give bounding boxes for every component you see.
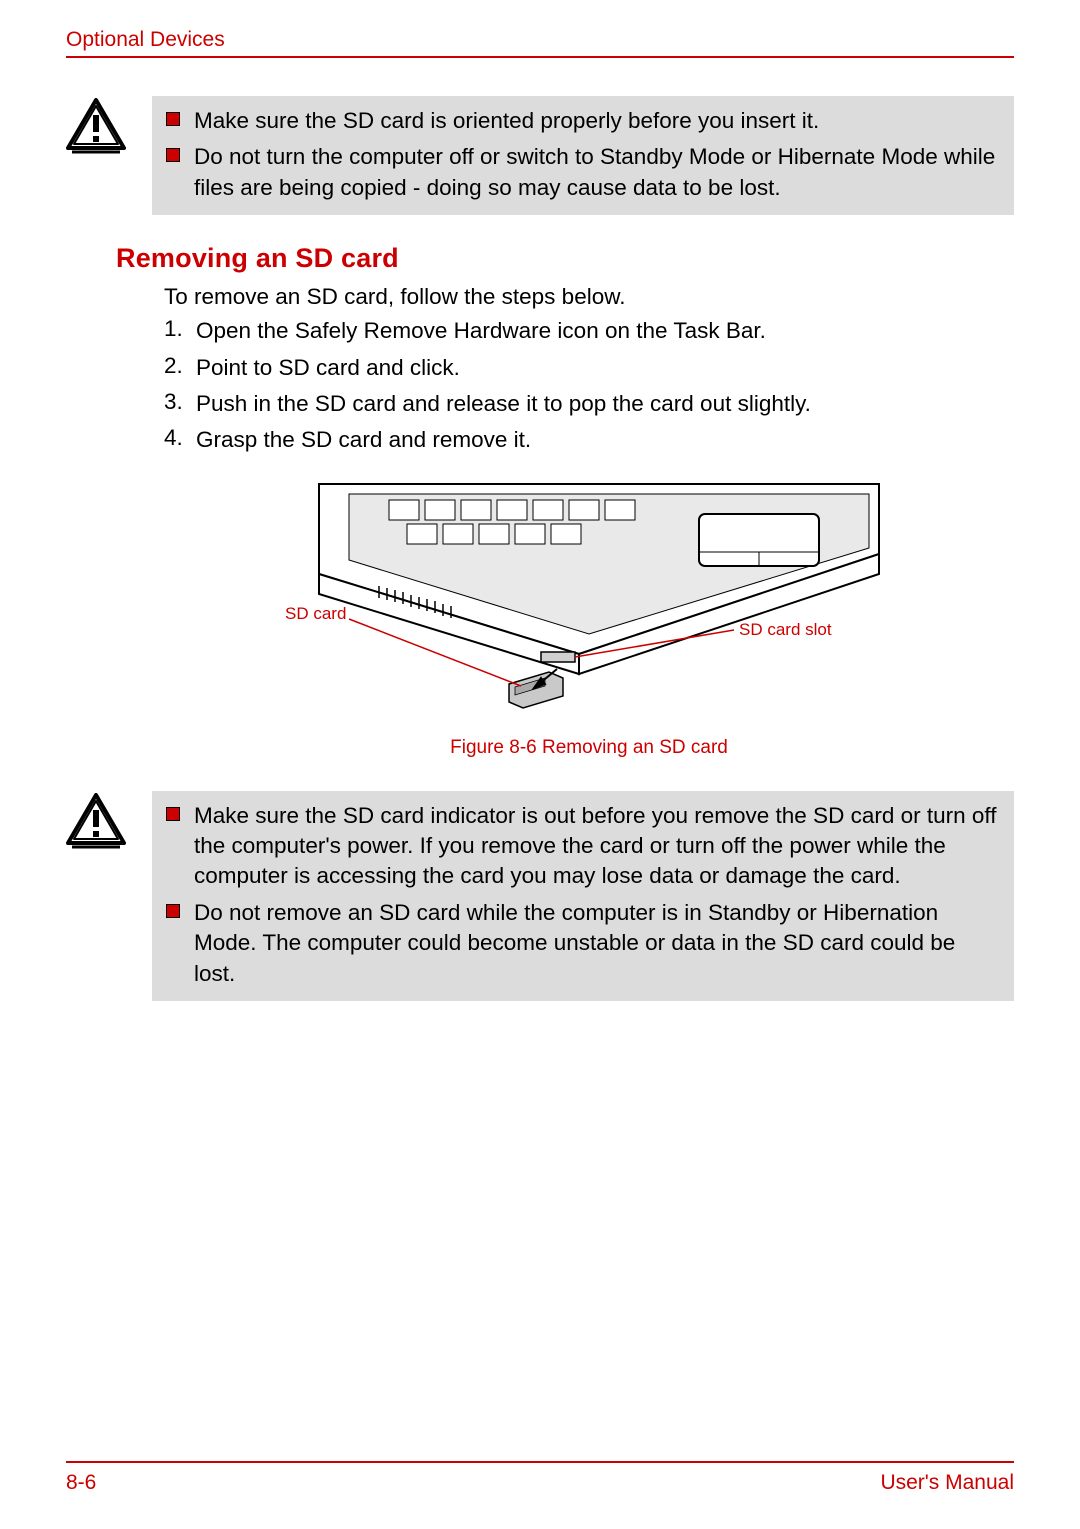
warning-body-2: Make sure the SD card indicator is out b… <box>152 791 1014 1001</box>
figure-label-sd-card: SD card <box>285 604 346 624</box>
step-text-0: Open the Safely Remove Hardware icon on … <box>196 316 766 346</box>
step-item: 4. Grasp the SD card and remove it. <box>164 425 1014 455</box>
step-marker: 1. <box>164 316 196 342</box>
bullet-icon <box>166 807 180 821</box>
footer-rule <box>66 1461 1014 1463</box>
steps-list: 1. Open the Safely Remove Hardware icon … <box>164 316 1014 456</box>
warning-body-1: Make sure the SD card is oriented proper… <box>152 96 1014 215</box>
bullet-icon <box>166 904 180 918</box>
warning2-text-1: Do not remove an SD card while the compu… <box>194 898 1000 989</box>
running-header: Optional Devices <box>66 28 1014 52</box>
warning-icon <box>66 791 152 849</box>
warning-box-2: Make sure the SD card indicator is out b… <box>66 791 1014 1001</box>
warning-box-1: Make sure the SD card is oriented proper… <box>66 96 1014 215</box>
bullet-icon <box>166 112 180 126</box>
step-marker: 4. <box>164 425 196 451</box>
warning2-item: Make sure the SD card indicator is out b… <box>166 801 1000 892</box>
warning2-text-0: Make sure the SD card indicator is out b… <box>194 801 1000 892</box>
warning2-item: Do not remove an SD card while the compu… <box>166 898 1000 989</box>
figure-caption: Figure 8-6 Removing an SD card <box>164 737 1014 759</box>
page-number: 8-6 <box>66 1471 96 1495</box>
step-marker: 2. <box>164 353 196 379</box>
section-intro: To remove an SD card, follow the steps b… <box>164 284 1014 310</box>
figure-label-sd-slot: SD card slot <box>739 620 832 640</box>
step-item: 2. Point to SD card and click. <box>164 353 1014 383</box>
warning1-item: Make sure the SD card is oriented proper… <box>166 106 1000 136</box>
page-footer: 8-6 User's Manual <box>66 1461 1014 1495</box>
warning1-text-1: Do not turn the computer off or switch t… <box>194 142 1000 203</box>
warning1-item: Do not turn the computer off or switch t… <box>166 142 1000 203</box>
step-text-2: Push in the SD card and release it to po… <box>196 389 811 419</box>
figure: SD card SD card slot Figure 8-6 Removing… <box>164 474 1014 759</box>
doc-title: User's Manual <box>880 1471 1014 1495</box>
warning-icon <box>66 96 152 154</box>
figure-illustration: SD card SD card slot <box>279 474 899 719</box>
header-rule <box>66 56 1014 58</box>
step-text-1: Point to SD card and click. <box>196 353 460 383</box>
bullet-icon <box>166 148 180 162</box>
section-heading: Removing an SD card <box>116 243 1014 274</box>
step-item: 1. Open the Safely Remove Hardware icon … <box>164 316 1014 346</box>
step-text-3: Grasp the SD card and remove it. <box>196 425 531 455</box>
step-marker: 3. <box>164 389 196 415</box>
step-item: 3. Push in the SD card and release it to… <box>164 389 1014 419</box>
warning1-text-0: Make sure the SD card is oriented proper… <box>194 106 819 136</box>
